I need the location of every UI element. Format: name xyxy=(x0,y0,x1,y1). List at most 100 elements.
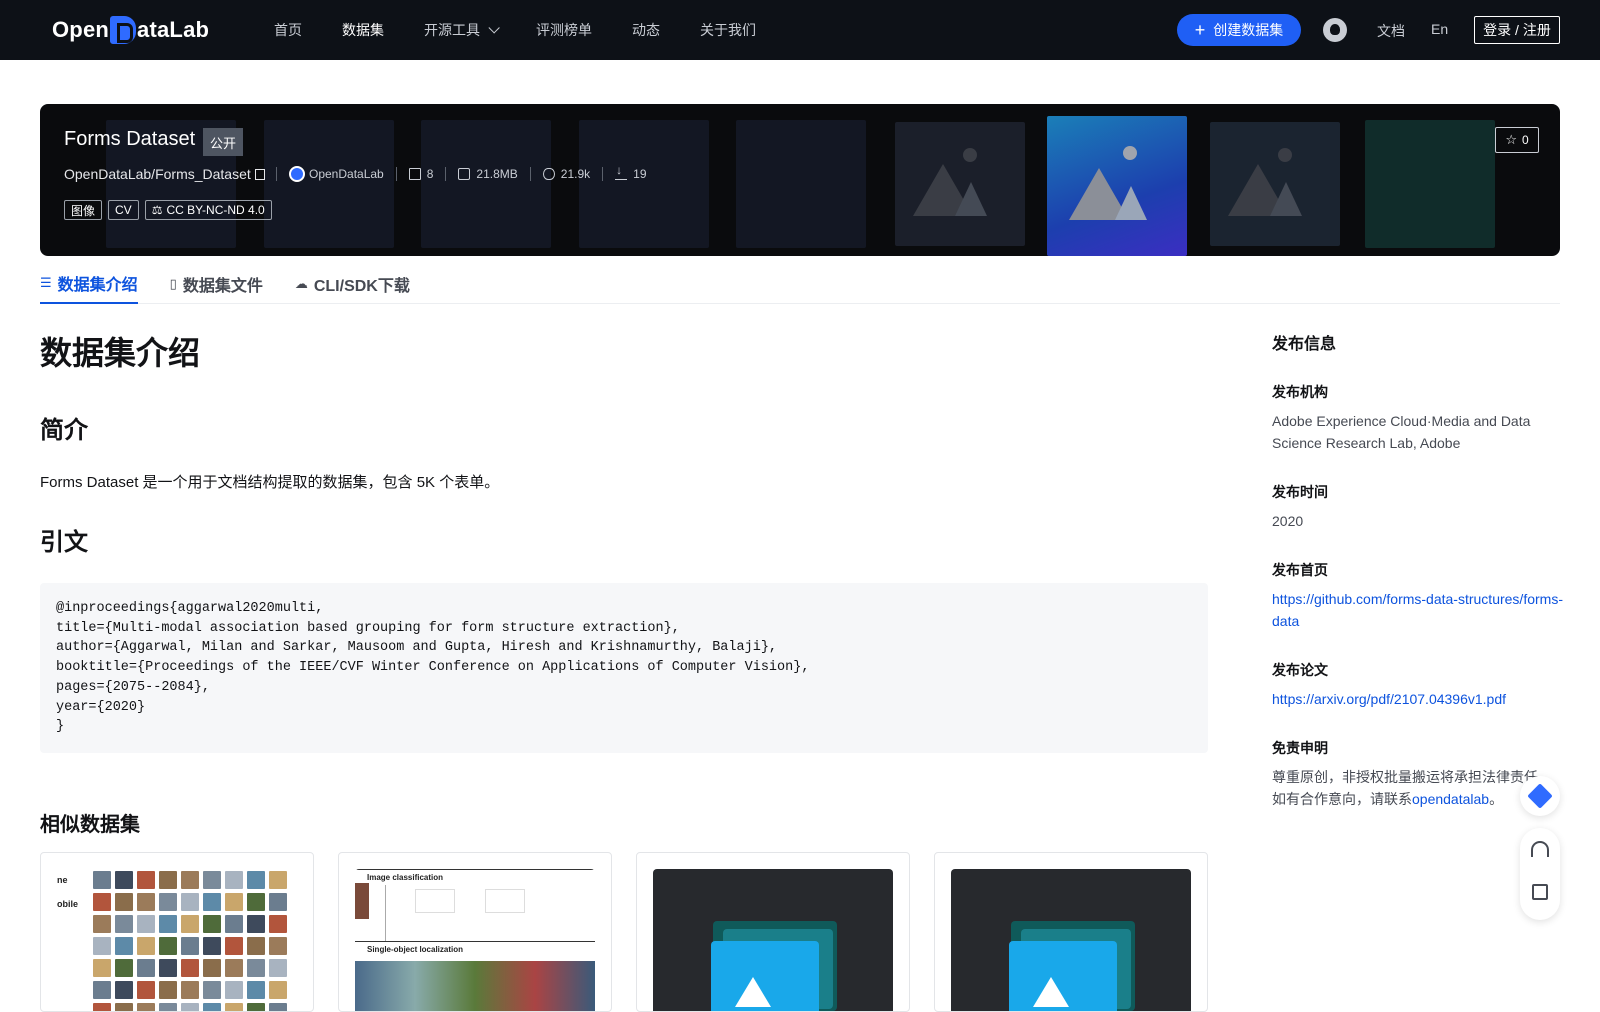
nav-item-home[interactable]: 首页 xyxy=(274,20,302,40)
tab-cli-sdk-download[interactable]: ☁ CLI/SDK下载 xyxy=(295,264,410,304)
preview-thumbnail-cell xyxy=(159,893,177,911)
homepage-link[interactable]: https://github.com/forms-data-structures… xyxy=(1272,588,1564,632)
preview-thumbnail-cell xyxy=(93,937,111,955)
publisher-value: Adobe Experience Cloud·Media and Data Sc… xyxy=(1272,413,1531,451)
similar-datasets-title: 相似数据集 xyxy=(40,814,140,836)
preview-photo xyxy=(355,883,369,919)
preview-thumbnail-cell xyxy=(137,937,155,955)
org-avatar-icon xyxy=(289,166,305,182)
citation-heading: 引文 xyxy=(40,529,88,556)
plus-icon: + xyxy=(1194,20,1206,40)
banner-thumbnail xyxy=(736,120,866,248)
nav-item-label: 开源工具 xyxy=(424,22,480,38)
preview-thumbnail-cell xyxy=(181,893,199,911)
intro-text: Forms Dataset 是一个用于文档结构提取的数据集，包含 5K 个表单。 xyxy=(40,474,500,491)
similar-dataset-card[interactable] xyxy=(934,852,1208,1012)
similar-dataset-card[interactable] xyxy=(636,852,910,1012)
banner-thumbnail xyxy=(895,122,1025,246)
dataset-title: Forms Dataset xyxy=(64,128,196,150)
preview-thumbnail-cell xyxy=(203,871,221,889)
preview-thumbnail-cell xyxy=(181,871,199,889)
banner-thumbnail-featured xyxy=(1047,116,1187,256)
preview-thumbnail-cell xyxy=(225,937,243,955)
tab-dataset-intro[interactable]: ☰ 数据集介绍 xyxy=(40,264,138,304)
tag-license[interactable]: ⚖ CC BY-NC-ND 4.0 xyxy=(144,200,272,220)
tag-image[interactable]: 图像 xyxy=(64,200,103,220)
nav-item-datasets[interactable]: 数据集 xyxy=(342,20,384,40)
release-time-label: 发布时间 xyxy=(1272,484,1328,500)
org-link[interactable]: OpenDataLab xyxy=(289,166,384,182)
preview-thumbnail-cell xyxy=(181,915,199,933)
assistant-float-button[interactable] xyxy=(1520,776,1560,816)
paper-label: 发布论文 xyxy=(1272,662,1328,678)
disclaimer-label: 免责申明 xyxy=(1272,740,1328,756)
preview-thumbnail-cell xyxy=(203,959,221,977)
nav-item-about[interactable]: 关于我们 xyxy=(700,20,756,40)
dataset-size-value: 21.8MB xyxy=(476,167,518,181)
preview-thumbnail-cell xyxy=(225,893,243,911)
preview-thumbnail-cell xyxy=(247,959,265,977)
logo-d-icon xyxy=(110,16,137,44)
dataset-tabs: ☰ 数据集介绍 ▯ 数据集文件 ☁ CLI/SDK下载 xyxy=(40,264,1560,304)
divider xyxy=(602,167,604,181)
preview-thumbnail-cell xyxy=(247,871,265,889)
citation-code-block: @inproceedings{aggarwal2020multi, title=… xyxy=(40,583,1208,753)
preview-thumbnail-cell xyxy=(203,893,221,911)
github-icon[interactable] xyxy=(1323,18,1347,42)
star-button[interactable]: ☆ 0 xyxy=(1495,127,1539,153)
copy-icon[interactable] xyxy=(254,168,265,180)
preview-rule xyxy=(355,941,595,942)
star-count: 0 xyxy=(1521,133,1529,147)
preview-thumbnail-cell xyxy=(203,981,221,999)
view-count: 21.9k xyxy=(542,167,590,181)
headset-icon[interactable] xyxy=(1531,841,1549,857)
similar-dataset-card[interactable]: ne obile xyxy=(40,852,314,1012)
login-register-button[interactable]: 登录 / 注册 xyxy=(1474,16,1560,44)
preview-thumbnail-cell xyxy=(225,915,243,933)
file-icon: ▯ xyxy=(169,276,177,291)
star-icon: ☆ xyxy=(1505,132,1517,147)
download-icon xyxy=(615,163,628,180)
divider xyxy=(529,167,531,181)
tag-cv[interactable]: CV xyxy=(108,200,139,220)
preview-box xyxy=(485,889,525,913)
preview-thumbnail-cell xyxy=(225,981,243,999)
nav-item-open-source-tools[interactable]: 开源工具 xyxy=(424,20,500,40)
preview-thumbnail-cell xyxy=(269,871,287,889)
banner-thumbnail xyxy=(1210,122,1340,246)
opendatalab-logo[interactable]: Open ataLab xyxy=(52,14,209,46)
logo-text-left: Open xyxy=(52,17,110,42)
preview-thumbnail-cell xyxy=(115,1003,133,1011)
docs-link[interactable]: 文档 xyxy=(1377,21,1405,41)
preview-thumbnail-cell xyxy=(115,981,133,999)
preview-thumbnail-cell xyxy=(159,981,177,999)
preview-box xyxy=(415,889,455,913)
preview-thumbnail-cell xyxy=(159,937,177,955)
dataset-path-text: OpenDataLab/Forms_Dataset xyxy=(64,166,251,182)
publisher-label: 发布机构 xyxy=(1272,384,1328,400)
preview-rule xyxy=(385,885,386,941)
preview-thumbnail-cell xyxy=(115,959,133,977)
preview-thumbnail-cell xyxy=(159,959,177,977)
image-placeholder-layer xyxy=(711,941,819,1011)
feedback-edit-icon[interactable] xyxy=(1532,884,1548,900)
eye-icon xyxy=(542,168,555,180)
nav-item-leaderboard[interactable]: 评测榜单 xyxy=(536,20,592,40)
preview-thumbnail-cell xyxy=(225,959,243,977)
tab-dataset-files[interactable]: ▯ 数据集文件 xyxy=(170,264,263,304)
contact-link[interactable]: opendatalab xyxy=(1412,791,1489,807)
preview-thumbnail-cell xyxy=(137,893,155,911)
paper-link[interactable]: https://arxiv.org/pdf/2107.04396v1.pdf xyxy=(1272,688,1564,710)
nav-item-news[interactable]: 动态 xyxy=(632,20,660,40)
preview-thumbnail-cell xyxy=(93,893,111,911)
divider xyxy=(276,167,277,181)
sidebar-title: 发布信息 xyxy=(1272,336,1337,353)
diamond-logo-icon xyxy=(1527,783,1553,809)
dataset-preview-image: Image classification Single-object local… xyxy=(355,869,595,1011)
create-dataset-button[interactable]: + 创建数据集 xyxy=(1177,14,1301,46)
dataset-preview-image: ne obile xyxy=(57,869,297,1011)
chevron-down-icon xyxy=(488,22,500,34)
preview-caption: obile xyxy=(57,899,79,909)
language-toggle[interactable]: En xyxy=(1431,21,1448,37)
similar-dataset-card[interactable]: Image classification Single-object local… xyxy=(338,852,612,1012)
